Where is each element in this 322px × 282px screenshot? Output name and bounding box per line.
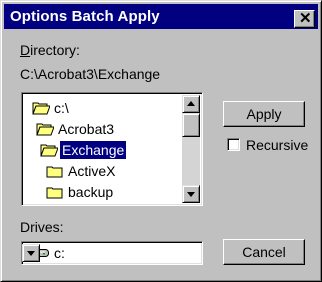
current-directory-path: C:\Acrobat3\Exchange bbox=[20, 66, 161, 82]
close-icon: ✕ bbox=[299, 10, 312, 27]
folder-item-label: c:\ bbox=[54, 100, 69, 116]
cancel-button[interactable]: Cancel bbox=[223, 239, 305, 265]
directory-label-access-key: D bbox=[20, 42, 31, 58]
folder-icon bbox=[46, 166, 63, 178]
close-button[interactable]: ✕ bbox=[294, 10, 315, 28]
chevron-down-icon bbox=[27, 251, 35, 256]
directory-label-text: irectory: bbox=[30, 42, 80, 58]
title-bar[interactable]: Options Batch Apply ✕ bbox=[4, 4, 318, 29]
open-folder-icon bbox=[36, 123, 54, 136]
folder-list[interactable]: c:\ Acrobat3 Exchange ActiveX backup bbox=[21, 92, 203, 206]
folder-item-label: Acrobat3 bbox=[58, 121, 115, 137]
scroll-down-button[interactable] bbox=[182, 185, 200, 203]
open-folder-icon bbox=[40, 144, 58, 157]
drives-selected-value: c: bbox=[54, 245, 65, 261]
window-title: Options Batch Apply bbox=[10, 8, 160, 25]
drives-combobox[interactable]: c: bbox=[21, 241, 203, 265]
drives-dropdown-button[interactable] bbox=[22, 244, 40, 262]
folder-item-label: backup bbox=[68, 184, 114, 200]
apply-button[interactable]: Apply bbox=[223, 101, 305, 127]
recursive-label[interactable]: Recursive bbox=[246, 137, 308, 153]
arrow-down-icon bbox=[187, 192, 195, 197]
folder-list-scrollbar[interactable] bbox=[182, 95, 200, 203]
scroll-thumb[interactable] bbox=[182, 113, 200, 137]
drives-label: Drives: bbox=[20, 219, 64, 235]
folder-item-label: ActiveX bbox=[68, 163, 116, 179]
directory-label: Directory: bbox=[20, 42, 80, 58]
folder-item-label: Exchange bbox=[60, 141, 127, 159]
folder-icon bbox=[46, 187, 63, 199]
recursive-checkbox[interactable] bbox=[227, 138, 240, 151]
scroll-up-button[interactable] bbox=[182, 95, 200, 113]
arrow-up-icon bbox=[187, 101, 195, 106]
open-folder-icon bbox=[32, 102, 50, 115]
options-batch-apply-dialog: Options Batch Apply ✕ Directory: C:\Acro… bbox=[0, 0, 322, 282]
